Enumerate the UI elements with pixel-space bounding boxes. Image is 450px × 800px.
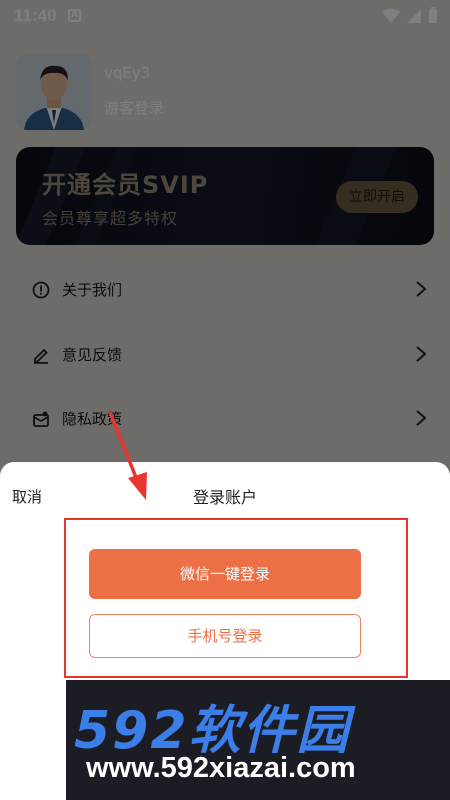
wechat-login-button[interactable]: 微信一键登录 <box>89 549 361 599</box>
sheet-title: 登录账户 <box>192 488 257 507</box>
phone-login-button[interactable]: 手机号登录 <box>89 614 361 658</box>
watermark-url: www.592xiazai.com <box>86 752 356 784</box>
